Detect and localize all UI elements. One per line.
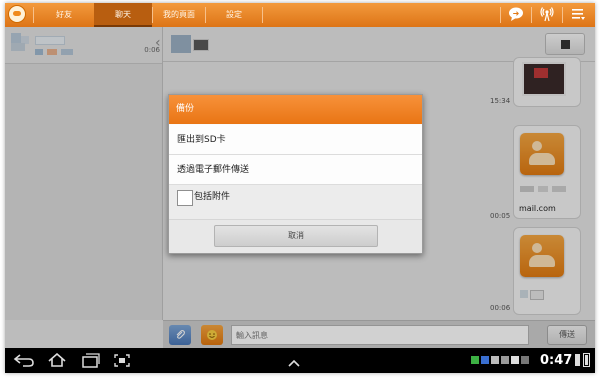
chevron-up-icon[interactable]	[288, 355, 300, 367]
top-bar: 好友 聊天 我的頁面 設定 ➜	[5, 3, 595, 27]
usb-icon	[521, 356, 529, 364]
system-nav-bar: 0:47	[5, 348, 595, 373]
app-logo-icon[interactable]	[8, 5, 26, 23]
battery-icon	[583, 353, 590, 367]
clock: 0:47	[540, 353, 573, 368]
tab-my-page[interactable]: 我的頁面	[153, 3, 205, 27]
dialog-footer: 取消	[169, 220, 422, 253]
tab-settings[interactable]: 設定	[206, 3, 262, 27]
divider	[531, 7, 532, 23]
app-screen: 好友 聊天 我的頁面 設定 ➜ 0:06 ‹ 15:34 mail.com 00…	[5, 3, 595, 373]
divider	[562, 7, 563, 23]
backup-dialog: 備份 匯出到SD卡 透過電子郵件傳送 包括附件 取消	[168, 94, 423, 254]
include-attachments-label: 包括附件	[194, 192, 231, 202]
notification-icon	[471, 356, 479, 364]
image-icon	[491, 356, 499, 364]
sd-card-icon	[511, 356, 519, 364]
send-by-email-option[interactable]: 透過電子郵件傳送	[169, 155, 422, 185]
include-attachments-checkbox[interactable]	[177, 190, 193, 206]
chat-bubble-icon[interactable]: ➜	[507, 6, 525, 24]
wifi-icon	[575, 354, 580, 366]
export-to-sd-option[interactable]: 匯出到SD卡	[169, 125, 422, 155]
divider	[500, 7, 501, 23]
recent-apps-icon[interactable]	[81, 353, 101, 368]
tab-chat[interactable]: 聊天	[94, 3, 152, 27]
broadcast-icon[interactable]	[538, 6, 556, 24]
grid-icon	[501, 356, 509, 364]
facebook-icon	[481, 356, 489, 364]
cancel-button[interactable]: 取消	[214, 225, 378, 247]
menu-icon[interactable]	[569, 6, 587, 24]
svg-text:➜: ➜	[513, 9, 520, 18]
back-icon[interactable]	[13, 353, 35, 368]
home-icon[interactable]	[47, 352, 67, 368]
screenshot-icon[interactable]	[113, 353, 131, 368]
include-attachments-row[interactable]: 包括附件	[169, 185, 422, 220]
dialog-title: 備份	[169, 95, 422, 124]
divider	[262, 7, 263, 23]
tab-friends[interactable]: 好友	[34, 3, 94, 27]
